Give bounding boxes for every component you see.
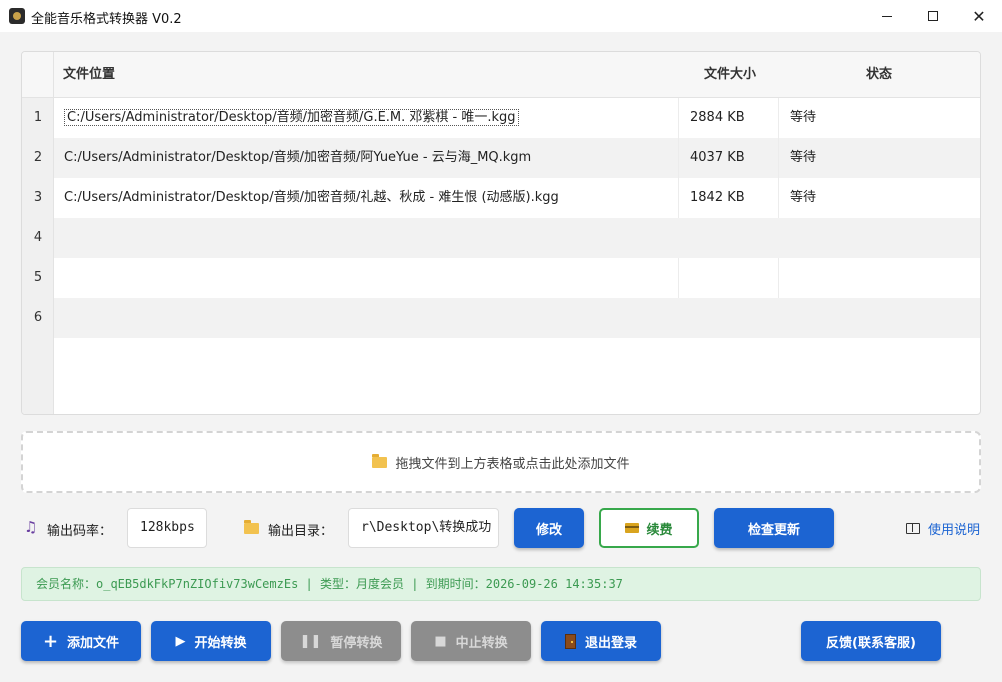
folder-icon xyxy=(372,453,388,468)
table-row[interactable]: C:/Users/Administrator/Desktop/音频/加密音频/阿… xyxy=(54,138,980,178)
table-row[interactable]: C:/Users/Administrator/Desktop/音频/加密音频/G… xyxy=(54,98,980,138)
check-update-button[interactable]: 检查更新 xyxy=(714,508,834,548)
status-cell[interactable] xyxy=(790,298,890,338)
maximize-icon xyxy=(928,11,938,21)
minimize-button[interactable] xyxy=(864,0,910,32)
member-info-bar: 会员名称：o_qEB5dkFkP7nZIOfiv73wCemzEs | 类型：月… xyxy=(21,567,981,601)
table-header: 文件位置 文件大小 状态 xyxy=(54,52,980,98)
row-number[interactable]: 6 xyxy=(22,298,54,338)
check-update-label: 检查更新 xyxy=(747,522,800,538)
music-note-icon: ♫ xyxy=(24,518,38,536)
play-icon: ▶ xyxy=(175,633,186,649)
row-number[interactable]: 2 xyxy=(22,138,54,178)
book-icon xyxy=(906,523,920,534)
stop-convert-label: 中止转换 xyxy=(455,635,508,651)
row-header-column: 1 2 3 4 5 6 xyxy=(22,98,54,414)
drop-zone[interactable]: 拖拽文件到上方表格或点击此处添加文件 xyxy=(21,431,981,493)
row-number[interactable]: 3 xyxy=(22,178,54,218)
stop-convert-button[interactable]: ■ 中止转换 xyxy=(411,621,531,661)
status-cell[interactable] xyxy=(790,258,890,298)
file-size-cell[interactable] xyxy=(690,218,770,258)
card-icon xyxy=(625,523,640,533)
stop-icon: ■ xyxy=(434,633,447,649)
bitrate-field[interactable]: 128kbps xyxy=(127,508,207,548)
bitrate-label: 输出码率： xyxy=(47,524,113,539)
logout-label: 退出登录 xyxy=(584,635,637,651)
maximize-button[interactable] xyxy=(910,0,956,32)
output-folder-icon xyxy=(244,520,259,534)
pause-icon: ❚❚ xyxy=(299,633,322,649)
column-header-status[interactable]: 状态 xyxy=(866,52,892,98)
file-size-cell[interactable] xyxy=(690,298,770,338)
row-number[interactable]: 4 xyxy=(22,218,54,258)
column-header-size[interactable]: 文件大小 xyxy=(704,52,756,98)
status-cell[interactable]: 等待 xyxy=(790,178,890,218)
file-path-cell[interactable] xyxy=(64,218,670,258)
modify-label: 修改 xyxy=(535,522,562,538)
table-row[interactable] xyxy=(54,218,980,258)
start-convert-label: 开始转换 xyxy=(194,635,247,651)
output-dir-label: 输出目录： xyxy=(268,524,334,539)
close-button[interactable]: ✕ xyxy=(956,0,1002,32)
file-size-cell[interactable]: 1842 KB xyxy=(690,178,770,218)
column-header-path[interactable]: 文件位置 xyxy=(63,52,115,98)
table-row[interactable]: C:/Users/Administrator/Desktop/音频/加密音频/礼… xyxy=(54,178,980,218)
status-cell[interactable] xyxy=(790,218,890,258)
drop-zone-text: 拖拽文件到上方表格或点击此处添加文件 xyxy=(395,456,630,472)
door-icon xyxy=(564,633,576,649)
feedback-button[interactable]: 反馈(联系客服) xyxy=(801,621,941,661)
start-convert-button[interactable]: ▶ 开始转换 xyxy=(151,621,271,661)
file-path-text: C:/Users/Administrator/Desktop/音频/加密音频/G… xyxy=(64,109,519,126)
renew-button[interactable]: 续费 xyxy=(599,508,699,548)
row-number[interactable]: 1 xyxy=(22,98,54,138)
title-bar: 全能音乐格式转换器 V0.2 ✕ xyxy=(0,0,1002,32)
file-path-cell[interactable]: C:/Users/Administrator/Desktop/音频/加密音频/礼… xyxy=(64,178,670,218)
table-row[interactable] xyxy=(54,258,980,298)
row-number[interactable]: 5 xyxy=(22,258,54,298)
table-corner[interactable] xyxy=(22,52,54,98)
status-cell[interactable]: 等待 xyxy=(790,138,890,178)
file-size-cell[interactable]: 2884 KB xyxy=(690,98,770,138)
file-path-cell[interactable] xyxy=(64,298,670,338)
table-row[interactable] xyxy=(54,298,980,338)
plus-icon: + xyxy=(42,630,59,652)
file-size-cell[interactable] xyxy=(690,258,770,298)
modify-button[interactable]: 修改 xyxy=(514,508,584,548)
help-label: 使用说明 xyxy=(928,523,981,538)
pause-convert-button[interactable]: ❚❚ 暂停转换 xyxy=(281,621,401,661)
renew-label: 续费 xyxy=(646,522,673,538)
pause-convert-label: 暂停转换 xyxy=(330,635,383,651)
add-file-label: 添加文件 xyxy=(67,635,120,651)
status-cell[interactable]: 等待 xyxy=(790,98,890,138)
file-path-cell[interactable]: C:/Users/Administrator/Desktop/音频/加密音频/阿… xyxy=(64,138,670,178)
output-dir-field[interactable]: r\Desktop\转换成功 xyxy=(348,508,499,548)
file-size-cell[interactable]: 4037 KB xyxy=(690,138,770,178)
minimize-icon xyxy=(882,15,892,17)
window-title: 全能音乐格式转换器 V0.2 xyxy=(31,12,182,27)
feedback-label: 反馈(联系客服) xyxy=(826,635,916,651)
file-table[interactable]: 文件位置 文件大小 状态 1 2 3 4 5 6 C:/Users/Admini… xyxy=(21,51,981,415)
file-path-cell[interactable]: C:/Users/Administrator/Desktop/音频/加密音频/G… xyxy=(64,98,670,138)
add-file-button[interactable]: + 添加文件 xyxy=(21,621,141,661)
logout-button[interactable]: 退出登录 xyxy=(541,621,661,661)
file-path-cell[interactable] xyxy=(64,258,670,298)
app-icon xyxy=(9,8,25,24)
help-link[interactable]: 使用说明 xyxy=(906,519,980,538)
close-icon: ✕ xyxy=(972,6,986,26)
